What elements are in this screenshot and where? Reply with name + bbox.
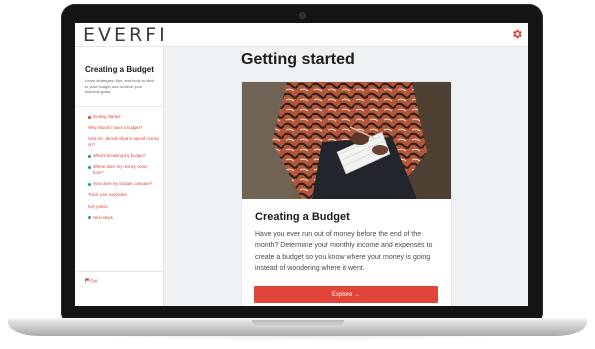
sidebar-item-decide-spending[interactable]: How do I decide what to spend money on?: [75, 136, 163, 147]
sidebar-item-label: Why should I have a budget?: [88, 125, 143, 131]
complete-dot-icon: [88, 182, 91, 186]
exit-link[interactable]: Exit: [85, 278, 98, 284]
everfi-logo: EVERFI: [83, 24, 168, 46]
sidebar-item-label: Next steps: [93, 214, 113, 220]
complete-dot-icon: [88, 154, 91, 158]
sidebar-bottom-divider: [75, 271, 163, 272]
sidebar-item-why-budget[interactable]: Why should I have a budget?: [75, 125, 163, 131]
lesson-card: Creating a Budget Have you ever run out …: [241, 81, 452, 306]
complete-dot-icon: [88, 165, 91, 169]
sidebar-item-label: How does my budget compare?: [93, 181, 153, 187]
sidebar-item-label: What's breaking my budget?: [93, 153, 146, 159]
card-description: Have you ever run out of money before th…: [255, 231, 433, 273]
sidebar-item-label: Key points: [88, 203, 108, 209]
sidebar-description: Learn strategies, tips, and tools to sti…: [85, 78, 155, 94]
app-screen: EVERFI Creating a Budget Learn strategie…: [75, 23, 528, 306]
sidebar-item-getting-started[interactable]: Getting started: [75, 114, 163, 120]
exit-label: Exit: [90, 278, 98, 284]
sidebar-item-budget-compare[interactable]: How does my budget compare?: [75, 181, 163, 187]
sidebar-item-label: Getting started: [93, 114, 121, 119]
sidebar-item-next-steps[interactable]: Next steps: [75, 215, 163, 221]
sidebar-item-label: Track your expenses: [88, 192, 127, 198]
sidebar-item-label: Where does my money come from?: [93, 164, 148, 175]
card-title: Creating a Budget: [255, 211, 350, 223]
sidebar-item-breaking-budget[interactable]: What's breaking my budget?: [75, 153, 163, 159]
top-bar: EVERFI: [75, 23, 528, 47]
sidebar-item-label: How do I decide what to spend money on?: [88, 136, 159, 147]
page-title: Getting started: [241, 51, 355, 68]
explore-button[interactable]: Explore →: [254, 286, 438, 303]
sidebar-item-key-points[interactable]: Key points: [75, 204, 163, 210]
person-writing-illustration: [242, 82, 451, 199]
sidebar-item-money-source[interactable]: Where does my money come from?: [75, 164, 163, 175]
sidebar-nav: Getting started Why should I have a budg…: [75, 114, 163, 226]
gear-icon[interactable]: [511, 28, 523, 40]
lesson-hero-image: [242, 82, 451, 199]
current-dot-icon: [88, 115, 91, 119]
complete-dot-icon: [88, 216, 91, 220]
sidebar-item-track-expenses[interactable]: Track your expenses: [75, 192, 163, 198]
laptop-notch: [252, 320, 344, 327]
sidebar-divider: [75, 106, 163, 107]
camera-icon: [299, 12, 306, 19]
sidebar-title: Creating a Budget: [85, 65, 154, 74]
